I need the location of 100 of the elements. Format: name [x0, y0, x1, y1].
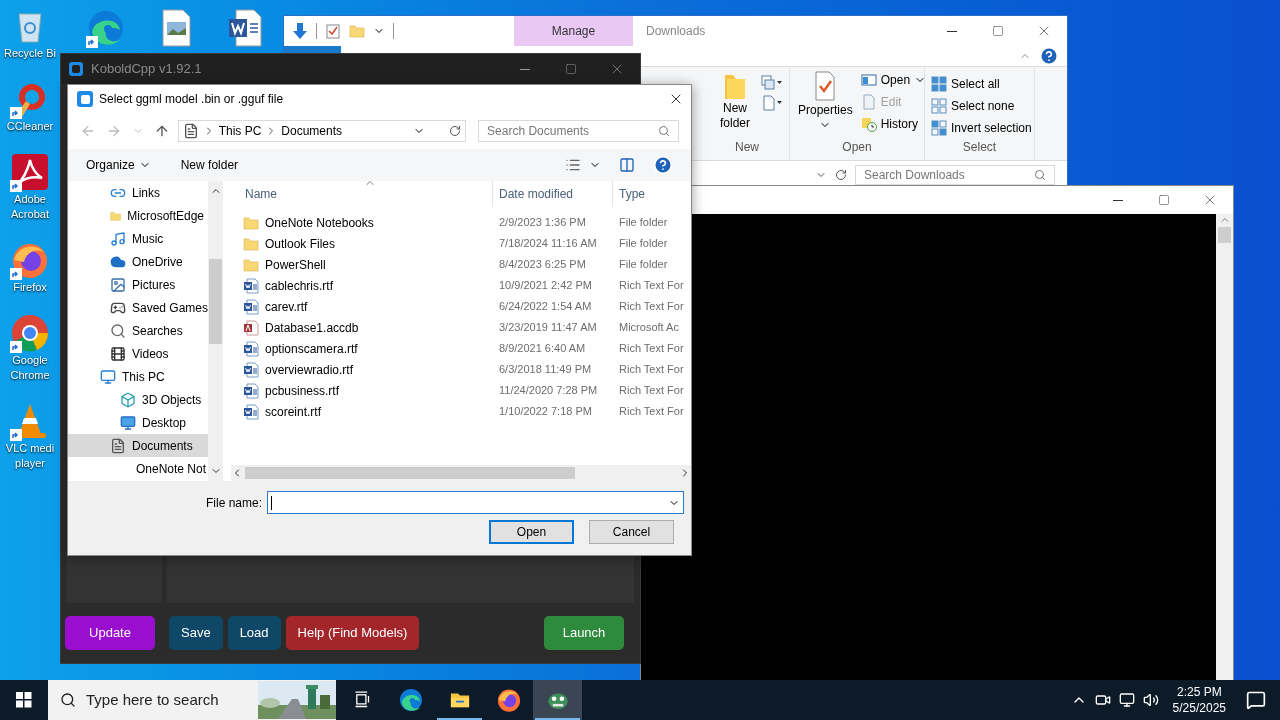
- nav-tree-item[interactable]: Searches: [68, 319, 208, 342]
- action-button[interactable]: Load: [227, 616, 281, 650]
- properties-icon: [813, 71, 838, 101]
- address-bar[interactable]: This PC Documents: [177, 120, 467, 142]
- scrollbar[interactable]: [231, 465, 691, 481]
- download-arrow-icon[interactable]: [292, 22, 308, 40]
- breadcrumb[interactable]: This PC: [218, 122, 262, 140]
- date-cell-text: 3/23/2019 11:47 AM: [498, 320, 598, 336]
- new-folder-button[interactable]: New folder: [180, 156, 239, 174]
- nav-tree-item[interactable]: OneNote Not: [68, 457, 208, 480]
- nav-tree-item[interactable]: Videos: [68, 342, 208, 365]
- view-options-icon[interactable]: [565, 157, 581, 173]
- context-tab-header[interactable]: Manage: [514, 16, 633, 46]
- file-row[interactable]: scoreint.rtf 1/10/2022 7:18 PM Rich Text For: [231, 401, 691, 422]
- taskbar-app-button[interactable]: [533, 680, 582, 720]
- ribbon-button[interactable]: Properties: [798, 101, 853, 119]
- file-row[interactable]: pcbusiness.rtf 11/24/2020 7:28 PM Rich Text For: [231, 380, 691, 401]
- cancel-button[interactable]: Cancel: [589, 520, 674, 544]
- ribbon-button[interactable]: Select all: [951, 75, 1000, 93]
- grid-invert-icon: [931, 120, 947, 136]
- scrollbar[interactable]: [1216, 214, 1233, 680]
- maximize-icon: [992, 25, 1004, 37]
- scrollbar-thumb[interactable]: [245, 467, 575, 479]
- field-label: File name:: [205, 494, 262, 512]
- file-row[interactable]: optionscamera.rtf 8/9/2021 6:40 AM Rich Text For: [231, 338, 691, 359]
- clock[interactable]: 2:25 PM 5/25/2025: [1166, 684, 1232, 716]
- nav-tree-item[interactable]: OneDrive: [68, 250, 208, 273]
- shortcut-arrow-icon: [10, 180, 22, 192]
- file-row[interactable]: Outlook Files 7/18/2024 11:16 AM File folder: [231, 233, 691, 254]
- action-button[interactable]: Launch: [544, 616, 624, 650]
- column-header[interactable]: Name: [231, 181, 493, 207]
- type-cell-text: Rich Text For: [618, 278, 684, 294]
- scrollbar-thumb[interactable]: [209, 258, 222, 344]
- refresh-icon[interactable]: [449, 125, 462, 137]
- document-icon: [182, 123, 199, 139]
- folder-icon: [243, 235, 259, 252]
- ribbon-button[interactable]: Open: [880, 71, 911, 89]
- file-name-field[interactable]: [267, 491, 684, 514]
- checklist-icon[interactable]: [325, 23, 341, 39]
- date-cell-text: 8/4/2023 6:25 PM: [498, 257, 587, 273]
- ribbon-button[interactable]: New folder: [713, 101, 757, 131]
- network-icon[interactable]: [1118, 692, 1135, 708]
- ribbon-group-label: Open: [841, 139, 873, 156]
- nav-tree-item[interactable]: 3D Objects: [68, 388, 208, 411]
- search-field[interactable]: Search Documents: [478, 120, 679, 142]
- organize-menu[interactable]: Organize: [86, 156, 151, 174]
- cube-icon: [120, 391, 136, 408]
- ribbon-button[interactable]: Select none: [951, 97, 1015, 115]
- open-button[interactable]: Open: [489, 520, 574, 544]
- grid-filled-icon: [931, 76, 947, 92]
- column-header[interactable]: Type: [613, 181, 645, 207]
- type-cell-text: File folder: [618, 215, 668, 231]
- help-icon[interactable]: [1039, 46, 1059, 66]
- nav-tree-item[interactable]: This PC: [68, 365, 208, 388]
- refresh-icon[interactable]: [835, 169, 847, 181]
- breadcrumb[interactable]: Documents: [281, 122, 343, 140]
- date-cell-text: 1/10/2022 7:18 PM: [498, 404, 593, 420]
- search-field[interactable]: Search Downloads: [855, 165, 1055, 185]
- shortcut-icon: [10, 313, 50, 353]
- column-header[interactable]: Date modified: [493, 181, 613, 207]
- file-row[interactable]: PowerShell 8/4/2023 6:25 PM File folder: [231, 254, 691, 275]
- volume-icon[interactable]: [1142, 692, 1159, 708]
- action-button[interactable]: Save: [169, 616, 223, 650]
- help-icon[interactable]: [653, 155, 673, 175]
- camera-icon[interactable]: [1094, 692, 1111, 708]
- file-row[interactable]: overviewradio.rtf 6/3/2018 11:49 PM Rich Text For: [231, 359, 691, 380]
- nav-tree-item[interactable]: Links: [68, 181, 208, 204]
- nav-tree-item[interactable]: Desktop: [68, 411, 208, 434]
- nav-tree-item[interactable]: Documents: [68, 434, 208, 457]
- notifications-icon[interactable]: [1246, 690, 1266, 710]
- file-row[interactable]: carev.rtf 6/24/2022 1:54 AM Rich Text For: [231, 296, 691, 317]
- taskbar-search-field[interactable]: Type here to search: [48, 680, 336, 720]
- minimize-icon: [947, 30, 957, 32]
- date-cell-text: 11/24/2020 7:28 PM: [498, 383, 599, 399]
- ribbon-button[interactable]: History: [880, 115, 919, 133]
- music-note-icon: [110, 230, 126, 247]
- search-icon: [1034, 169, 1046, 181]
- nav-tree-item[interactable]: Saved Games: [68, 296, 208, 319]
- date-cell-text: 2/9/2023 1:36 PM: [498, 215, 587, 231]
- action-button[interactable]: Update: [65, 616, 155, 650]
- nav-tree-item[interactable]: Music: [68, 227, 208, 250]
- nav-tree-item[interactable]: MicrosoftEdge: [68, 204, 208, 227]
- document-icon: [243, 361, 259, 378]
- app-icon: [397, 687, 424, 713]
- preview-pane-icon[interactable]: [619, 157, 635, 173]
- copy-icon[interactable]: [761, 75, 783, 91]
- folder-icon: [349, 23, 365, 39]
- file-row[interactable]: cablechris.rtf 10/9/2021 2:42 PM Rich Text For: [231, 275, 691, 296]
- scrollbar-thumb[interactable]: [1218, 227, 1231, 243]
- type-cell-text: File folder: [618, 236, 668, 252]
- action-button[interactable]: Help (Find Models): [285, 616, 420, 650]
- nav-tree-item[interactable]: Pictures: [68, 273, 208, 296]
- ribbon-group-label: New: [734, 139, 760, 156]
- film-icon: [110, 345, 126, 362]
- new-item-icon[interactable]: [761, 95, 783, 111]
- ribbon-button[interactable]: Invert selection: [951, 119, 1032, 137]
- file-row[interactable]: OneNote Notebooks 2/9/2023 1:36 PM File folder: [231, 212, 691, 233]
- file-row[interactable]: Database1.accdb 3/23/2019 11:47 AM Microsoft Ac: [231, 317, 691, 338]
- scrollbar[interactable]: [208, 181, 223, 481]
- document-icon: [243, 403, 259, 420]
